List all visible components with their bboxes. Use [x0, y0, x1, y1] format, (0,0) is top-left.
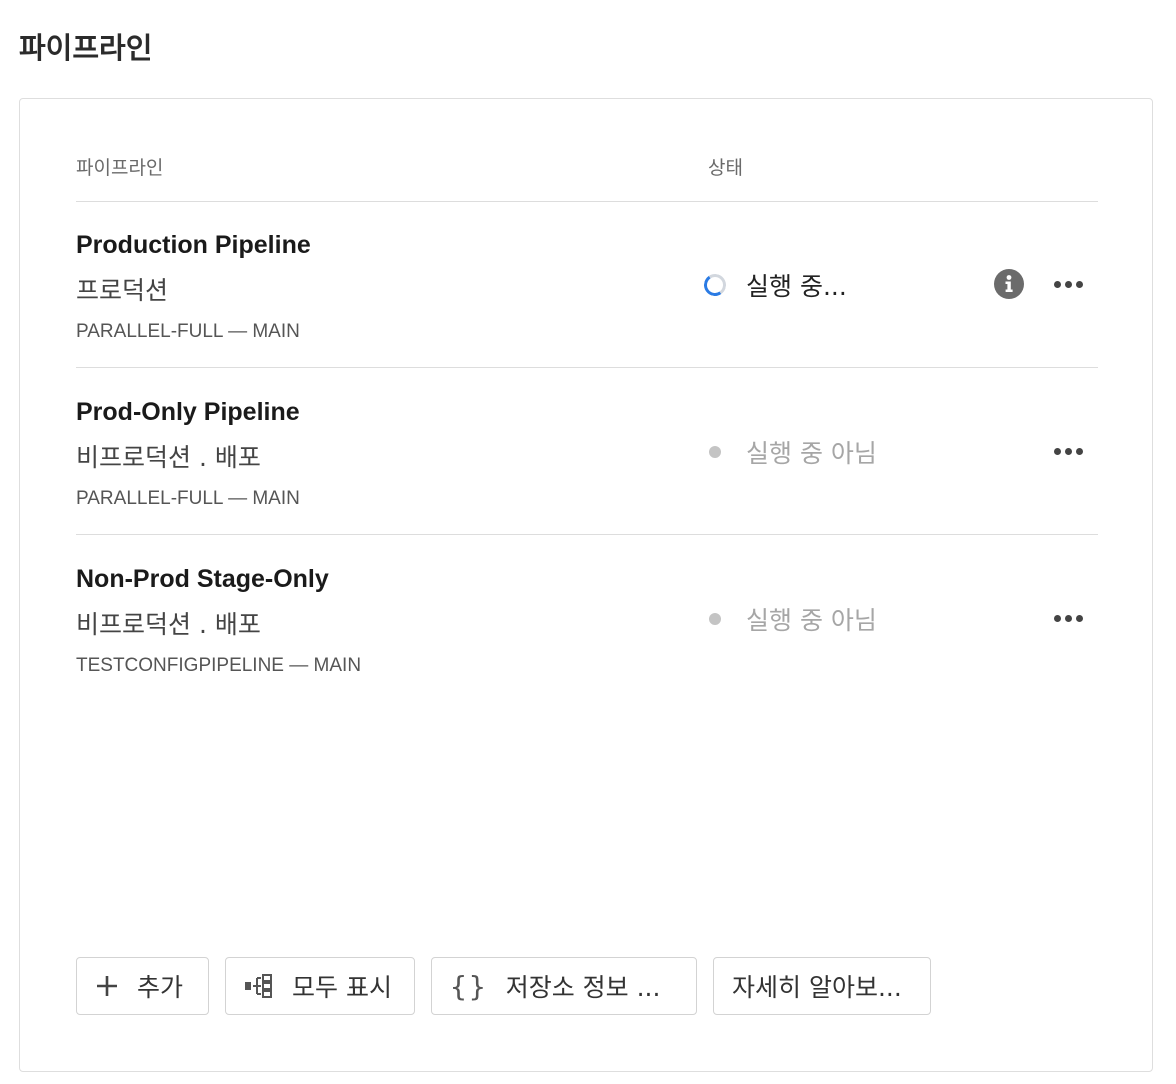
show-all-button[interactable]: 모두 표시: [225, 957, 415, 1015]
pipeline-name[interactable]: Non-Prod Stage-Only: [76, 565, 329, 594]
plus-icon: [95, 974, 119, 998]
repo-info-label: 저장소 정보 ...: [505, 973, 661, 1002]
show-all-label: 모두 표시: [292, 973, 392, 1002]
spinner-icon: [702, 272, 728, 298]
pipeline-environment: 비프로덕션 . 배포: [76, 610, 261, 639]
add-label: 추가: [137, 973, 184, 1002]
hierarchy-icon: [244, 974, 274, 998]
pipeline-status: 실행 중 아님: [704, 601, 877, 637]
learn-more-label: 자세히 알아보...: [732, 973, 902, 1002]
pipeline-environment: 프로덕션: [76, 276, 169, 305]
status-dot-icon: [709, 613, 721, 625]
more-actions-button[interactable]: [1050, 603, 1086, 633]
status-text: 실행 중 아님: [746, 606, 877, 635]
page-title: 파이프라인: [19, 31, 153, 65]
pipeline-row-prod-only[interactable]: Prod-Only Pipeline 비프로덕션 . 배포 PARALLEL-F…: [76, 368, 1098, 535]
status-text: 실행 중 아님: [746, 439, 877, 468]
more-actions-button[interactable]: [1050, 436, 1086, 466]
status-dot-icon: [709, 446, 721, 458]
pipeline-source: PARALLEL-FULL — MAIN: [76, 321, 300, 342]
table-header: 파이프라인 상태: [76, 149, 1098, 202]
pipeline-name[interactable]: Prod-Only Pipeline: [76, 398, 300, 427]
pipeline-environment: 비프로덕션 . 배포: [76, 443, 261, 472]
pipeline-source: TESTCONFIGPIPELINE — MAIN: [76, 655, 362, 676]
braces-icon: {}: [450, 969, 488, 1003]
more-actions-button[interactable]: [1050, 269, 1086, 299]
column-header-status: 상태: [708, 157, 743, 179]
toolbar: 추가 모두 표시 {} 저장소 정보 ... 자세히 알아보...: [76, 957, 931, 1017]
pipelines-card: 파이프라인 상태 Production Pipeline 프로덕션 PARALL…: [19, 98, 1153, 1072]
status-text: 실행 중...: [746, 272, 847, 301]
pipeline-status: 실행 중...: [702, 267, 847, 303]
repo-info-button[interactable]: {} 저장소 정보 ...: [431, 957, 697, 1015]
pipeline-row-production[interactable]: Production Pipeline 프로덕션 PARALLEL-FULL —…: [76, 201, 1098, 368]
pipeline-name[interactable]: Production Pipeline: [76, 231, 311, 260]
learn-more-button[interactable]: 자세히 알아보...: [713, 957, 931, 1015]
add-button[interactable]: 추가: [76, 957, 209, 1015]
pipeline-source: PARALLEL-FULL — MAIN: [76, 488, 300, 509]
pipeline-status: 실행 중 아님: [704, 434, 877, 470]
info-icon[interactable]: [994, 269, 1024, 299]
pipeline-row-non-prod[interactable]: Non-Prod Stage-Only 비프로덕션 . 배포 TESTCONFI…: [76, 535, 1098, 702]
column-header-pipeline: 파이프라인: [76, 157, 164, 179]
